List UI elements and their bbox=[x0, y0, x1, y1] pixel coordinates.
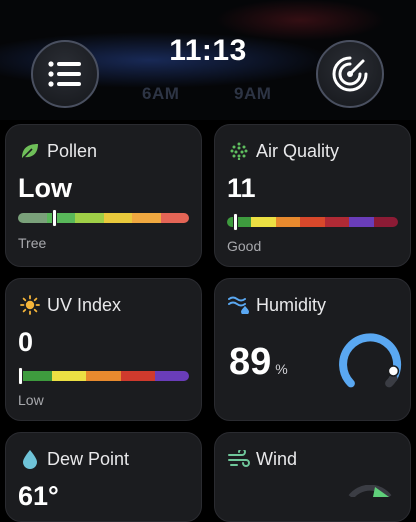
card-title: Pollen bbox=[47, 140, 98, 161]
uv-index-category: Low bbox=[18, 392, 44, 408]
card-title: Dew Point bbox=[47, 448, 130, 469]
sun-icon bbox=[19, 294, 41, 316]
pollen-level-marker bbox=[52, 209, 57, 227]
air-quality-value: 11 bbox=[227, 173, 256, 203]
air-quality-icon bbox=[228, 140, 250, 162]
wind-compass-partial bbox=[348, 485, 392, 497]
pollen-value: Low bbox=[18, 173, 72, 203]
dew-point-value: 61° bbox=[18, 481, 59, 511]
uv-index-card[interactable]: UV Index 0 Low bbox=[5, 278, 202, 421]
uv-index-scale-bar bbox=[18, 371, 189, 381]
card-title: UV Index bbox=[47, 294, 122, 315]
pollen-type: Tree bbox=[18, 235, 47, 251]
humidity-gauge bbox=[339, 333, 402, 388]
air-quality-card[interactable]: Air Quality 11 Good bbox=[214, 124, 411, 267]
card-title: Wind bbox=[256, 448, 298, 469]
air-quality-scale-bar bbox=[227, 217, 398, 227]
humidity-card[interactable]: Humidity 89% bbox=[214, 278, 411, 421]
humidity-gauge-knob bbox=[387, 365, 400, 377]
background-hour-label: 6AM bbox=[142, 84, 180, 103]
uv-index-value: 0 bbox=[18, 327, 34, 357]
radar-button[interactable] bbox=[316, 40, 384, 108]
humidity-value-group: 89% bbox=[229, 341, 288, 384]
droplet-icon bbox=[19, 448, 41, 470]
pollen-scale-bar bbox=[18, 213, 189, 223]
wind-icon bbox=[228, 448, 250, 470]
card-title: Humidity bbox=[256, 294, 327, 315]
radar-icon bbox=[332, 56, 368, 92]
wind-card[interactable]: Wind bbox=[214, 432, 411, 522]
leaf-icon bbox=[19, 140, 41, 162]
card-title: Air Quality bbox=[256, 140, 340, 161]
background-hour-label: 9AM bbox=[234, 84, 272, 103]
humidity-unit: % bbox=[275, 361, 288, 377]
humidity-icon bbox=[228, 294, 250, 316]
air-quality-level-marker bbox=[233, 213, 238, 231]
dew-point-card[interactable]: Dew Point 61° bbox=[5, 432, 202, 522]
humidity-value: 89 bbox=[229, 341, 272, 383]
uv-index-level-marker bbox=[18, 367, 23, 385]
air-quality-category: Good bbox=[227, 238, 262, 254]
pollen-card[interactable]: Pollen Low Tree bbox=[5, 124, 202, 267]
